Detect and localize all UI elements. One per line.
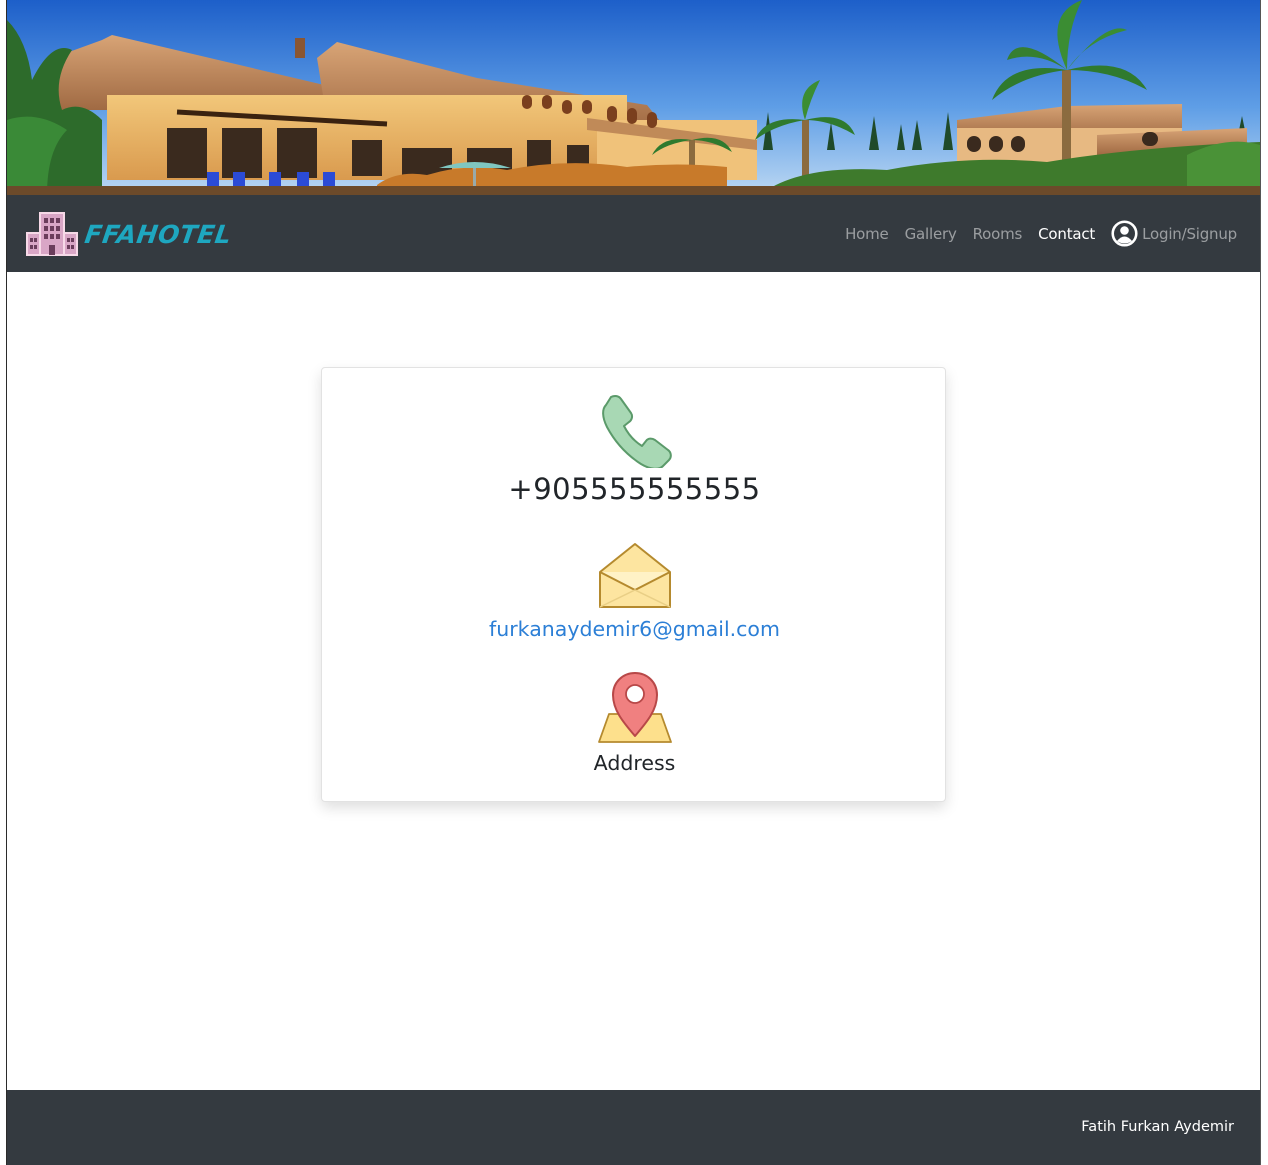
user-circle-icon bbox=[1111, 220, 1138, 247]
phone-icon bbox=[602, 394, 672, 468]
window-frame-left bbox=[0, 0, 7, 1165]
nav-link-contact[interactable]: Contact bbox=[1038, 225, 1095, 243]
phone-number: +905555555555 bbox=[508, 472, 761, 506]
contact-card: +905555555555 furkanaydemir6@gmail.com A… bbox=[321, 367, 946, 802]
email-link[interactable]: furkanaydemir6@gmail.com bbox=[322, 617, 947, 641]
map-pin-icon bbox=[598, 672, 672, 743]
footer-author: Fatih Furkan Aydemir bbox=[1081, 1119, 1234, 1135]
envelope-icon bbox=[599, 543, 671, 608]
nav-menu: Home Gallery Rooms Contact Login/Signup bbox=[829, 195, 1237, 272]
nav-login-signup-label: Login/Signup bbox=[1142, 224, 1237, 243]
brand-name: FFAHOTEL bbox=[82, 219, 234, 249]
nav-link-home[interactable]: Home bbox=[845, 225, 889, 243]
navbar: FFAHOTEL Home Gallery Rooms Contact Logi… bbox=[7, 195, 1260, 272]
hotel-building-icon bbox=[26, 212, 78, 256]
footer: Fatih Furkan Aydemir bbox=[7, 1090, 1260, 1165]
window-frame-right bbox=[1260, 0, 1268, 1165]
nav-link-rooms[interactable]: Rooms bbox=[973, 225, 1023, 243]
nav-link-gallery[interactable]: Gallery bbox=[905, 225, 957, 243]
brand-logo-link[interactable]: FFAHOTEL bbox=[23, 211, 234, 257]
page: FFAHOTEL Home Gallery Rooms Contact Logi… bbox=[0, 0, 1268, 1165]
address-text: Address bbox=[593, 751, 676, 775]
hotel-banner-image bbox=[7, 0, 1260, 195]
nav-link-login-signup[interactable]: Login/Signup bbox=[1111, 220, 1237, 247]
